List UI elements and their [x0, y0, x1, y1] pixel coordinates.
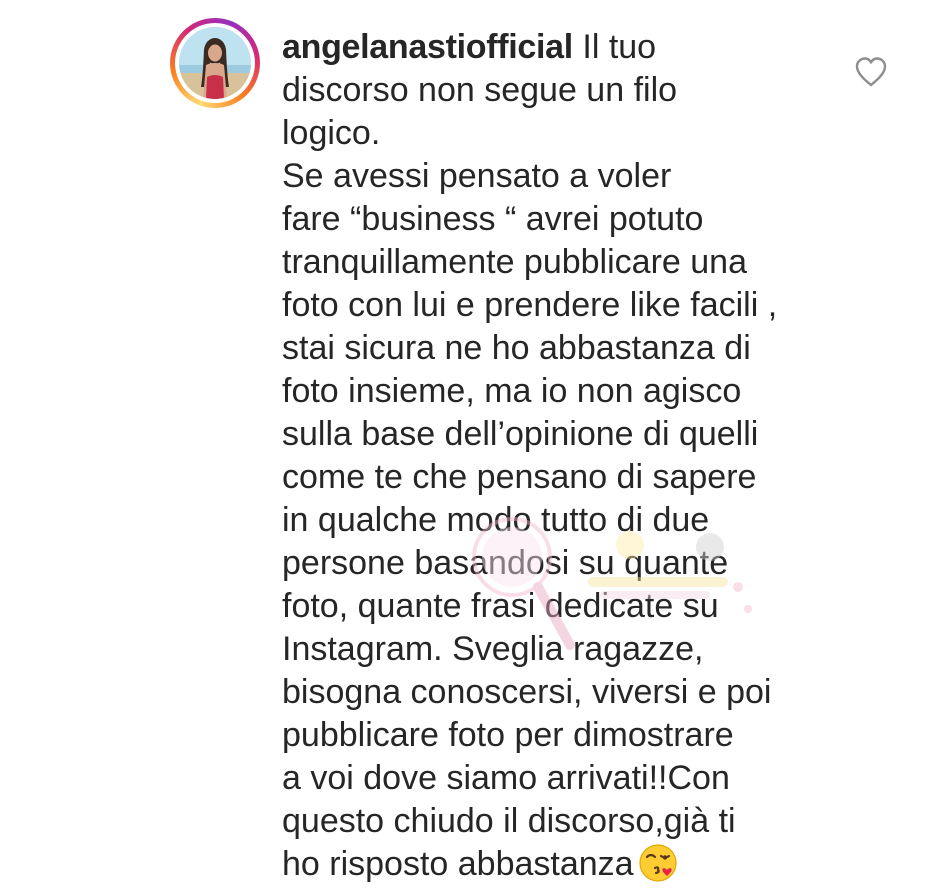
like-button[interactable] — [854, 56, 888, 88]
avatar-story-ring[interactable] — [170, 18, 260, 108]
face-blowing-kiss-emoji-icon — [638, 844, 677, 882]
comment-body: Il tuo discorso non segue un filo logico… — [282, 28, 778, 883]
comment-text: angelanastiofficial Il tuo discorso non … — [282, 26, 842, 886]
avatar[interactable] — [179, 27, 251, 99]
comment-username[interactable]: angelanastiofficial — [282, 28, 573, 66]
comment-item: angelanastiofficial Il tuo discorso non … — [0, 0, 945, 894]
profile-photo-icon — [179, 27, 251, 99]
heart-outline-icon — [855, 57, 887, 87]
